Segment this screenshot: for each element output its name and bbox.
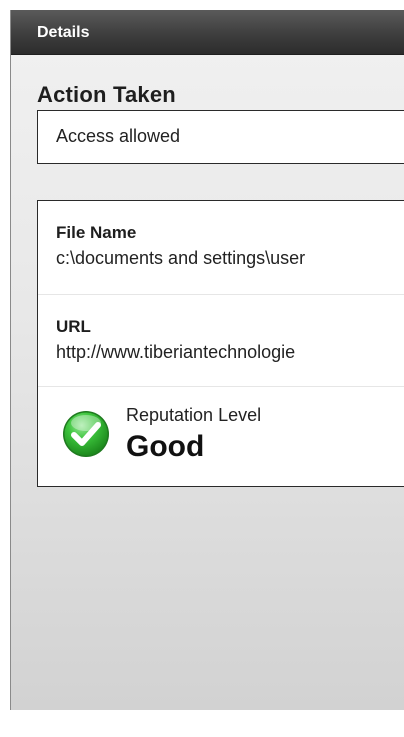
url-value: http://www.tiberiantechnologie	[56, 342, 296, 362]
details-title: Details	[37, 24, 90, 41]
file-name-section: File Name c:\documents and settings\user	[38, 201, 404, 295]
details-header: Details	[11, 10, 404, 55]
file-info-box: File Name c:\documents and settings\user…	[37, 200, 404, 487]
reputation-level-label: Reputation Level	[126, 405, 262, 425]
action-taken-value: Access allowed	[56, 126, 181, 146]
file-name-label: File Name	[56, 223, 137, 242]
url-label: URL	[56, 317, 91, 336]
url-section: URL http://www.tiberiantechnologie	[38, 295, 404, 387]
details-panel: Details Action Taken Access allowed File…	[10, 10, 404, 710]
action-taken-box: Access allowed	[37, 110, 404, 164]
action-taken-label: Action Taken	[37, 82, 176, 107]
green-checkmark-icon	[63, 411, 109, 457]
reputation-section: Reputation Level Good	[38, 387, 404, 486]
reputation-level-value: Good	[126, 430, 205, 463]
file-name-value: c:\documents and settings\user	[56, 248, 306, 268]
